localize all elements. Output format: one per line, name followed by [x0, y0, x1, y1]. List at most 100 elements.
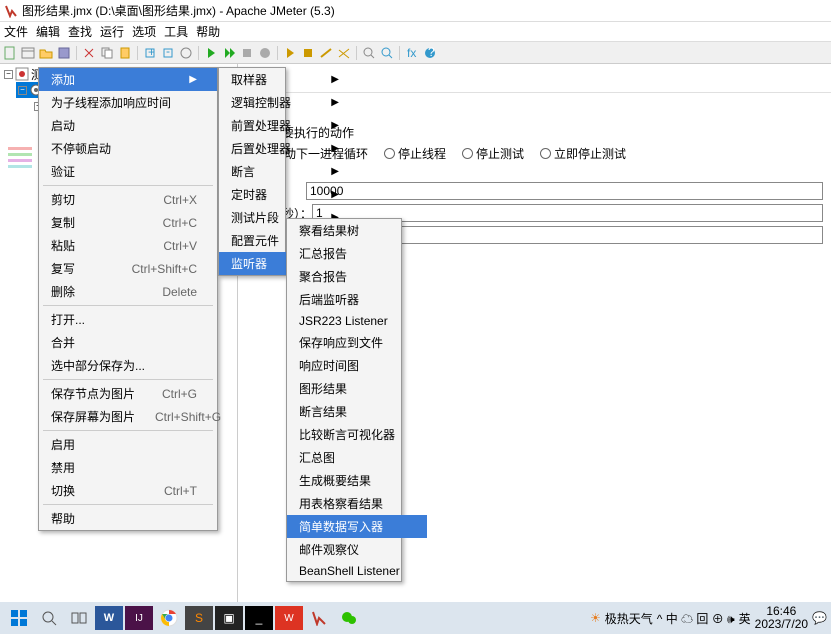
listener-item[interactable]: 汇总报告	[287, 242, 427, 265]
ctx-save-screen-image[interactable]: 保存屏幕为图片Ctrl+Shift+G	[39, 405, 217, 428]
ctx-add[interactable]: 添加▶	[39, 68, 217, 91]
jmeter-taskbar-icon[interactable]	[305, 606, 333, 630]
listener-submenu[interactable]: 察看结果树汇总报告聚合报告后端监听器JSR223 Listener保存响应到文件…	[286, 218, 402, 582]
ctx-cut[interactable]: 剪切Ctrl+X	[39, 188, 217, 211]
menu-help[interactable]: 帮助	[196, 23, 220, 40]
clear-all-icon[interactable]	[336, 45, 352, 61]
ctx-save-node-image[interactable]: 保存节点为图片Ctrl+G	[39, 382, 217, 405]
copy-icon[interactable]	[99, 45, 115, 61]
menu-file[interactable]: 文件	[4, 23, 28, 40]
cut-icon[interactable]	[81, 45, 97, 61]
menu-tools[interactable]: 工具	[164, 23, 188, 40]
ctx-copy[interactable]: 复制Ctrl+C	[39, 211, 217, 234]
taskview-icon[interactable]	[65, 606, 93, 630]
shutdown-icon[interactable]	[257, 45, 273, 61]
ctx-help[interactable]: 帮助	[39, 507, 217, 530]
ctx-start-no-pause[interactable]: 不停顿启动	[39, 137, 217, 160]
ctx-merge[interactable]: 合并	[39, 331, 217, 354]
weather-icon[interactable]: ☀	[590, 611, 601, 625]
radio-stop-test[interactable]: 停止测试	[462, 145, 524, 162]
listener-item[interactable]: 图形结果	[287, 377, 427, 400]
ctx-validate[interactable]: 验证	[39, 160, 217, 183]
collapse-icon[interactable]: -	[160, 45, 176, 61]
sub-logic[interactable]: 逻辑控制器▶	[219, 91, 359, 114]
menu-search[interactable]: 查找	[68, 23, 92, 40]
ctx-delete[interactable]: 删除Delete	[39, 280, 217, 303]
function-icon[interactable]: fx	[404, 45, 420, 61]
ctx-open[interactable]: 打开...	[39, 308, 217, 331]
sub-assert[interactable]: 断言▶	[219, 160, 359, 183]
start-icon[interactable]	[203, 45, 219, 61]
toggle-icon[interactable]	[178, 45, 194, 61]
remote-stop-icon[interactable]	[300, 45, 316, 61]
listener-item[interactable]: 简单数据写入器	[287, 515, 427, 538]
radio-stop-now[interactable]: 立即停止测试	[540, 145, 626, 162]
listener-item[interactable]: 聚合报告	[287, 265, 427, 288]
ctx-save-selection[interactable]: 选中部分保存为...	[39, 354, 217, 377]
expand-icon[interactable]: +	[142, 45, 158, 61]
menu-options[interactable]: 选项	[132, 23, 156, 40]
ctx-enable[interactable]: 启用	[39, 433, 217, 456]
window-title: 图形结果.jmx (D:\桌面\图形结果.jmx) - Apache JMete…	[22, 2, 827, 19]
listener-item[interactable]: 生成概要结果	[287, 469, 427, 492]
listener-item[interactable]: 比较断言可视化器	[287, 423, 427, 446]
tray-icons[interactable]: ^ 中 ☁ 回 ⊕ 🕪	[657, 610, 735, 627]
ctx-toggle[interactable]: 切换Ctrl+T	[39, 479, 217, 502]
notifications-icon[interactable]: 💬	[812, 611, 827, 625]
help-icon[interactable]: ?	[422, 45, 438, 61]
search-taskbar-icon[interactable]	[35, 606, 63, 630]
ctx-add-think-time[interactable]: 为子线程添加响应时间	[39, 91, 217, 114]
reset-search-icon[interactable]	[379, 45, 395, 61]
remote-start-icon[interactable]	[282, 45, 298, 61]
ctx-start[interactable]: 启动	[39, 114, 217, 137]
listener-item[interactable]: 保存响应到文件	[287, 331, 427, 354]
wps-icon[interactable]: W	[275, 606, 303, 630]
weather-text[interactable]: 极热天气	[605, 610, 653, 627]
ctx-duplicate[interactable]: 复写Ctrl+Shift+C	[39, 257, 217, 280]
templates-icon[interactable]	[20, 45, 36, 61]
menu-edit[interactable]: 编辑	[36, 23, 60, 40]
tree-collapse-icon[interactable]: −	[4, 70, 13, 79]
system-tray[interactable]: ☀ 极热天气 ^ 中 ☁ 回 ⊕ 🕪 英 16:462023/7/20 💬	[590, 605, 827, 631]
save-icon[interactable]	[56, 45, 72, 61]
add-submenu[interactable]: 取样器▶ 逻辑控制器▶ 前置处理器▶ 后置处理器▶ 断言▶ 定时器▶ 测试片段▶…	[218, 67, 286, 276]
sub-pre[interactable]: 前置处理器▶	[219, 114, 359, 137]
context-menu[interactable]: 添加▶ 为子线程添加响应时间 启动 不停顿启动 验证 剪切Ctrl+X 复制Ct…	[38, 67, 218, 531]
word-icon[interactable]: W	[95, 606, 123, 630]
listener-item[interactable]: JSR223 Listener	[287, 311, 427, 331]
terminal2-icon[interactable]: _	[245, 606, 273, 630]
sub-timer[interactable]: 定时器▶	[219, 183, 359, 206]
chrome-icon[interactable]	[155, 606, 183, 630]
start-notimer-icon[interactable]	[221, 45, 237, 61]
clear-icon[interactable]	[318, 45, 334, 61]
wechat-icon[interactable]	[335, 606, 363, 630]
tree-collapse-icon[interactable]: −	[18, 86, 27, 95]
menu-run[interactable]: 运行	[100, 23, 124, 40]
sub-sampler[interactable]: 取样器▶	[219, 68, 359, 91]
listener-item[interactable]: 断言结果	[287, 400, 427, 423]
listener-item[interactable]: 汇总图	[287, 446, 427, 469]
listener-item[interactable]: 察看结果树	[287, 219, 427, 242]
listener-item[interactable]: BeanShell Listener	[287, 561, 427, 581]
start-button[interactable]	[5, 606, 33, 630]
ctx-paste[interactable]: 粘贴Ctrl+V	[39, 234, 217, 257]
radio-stop-thread[interactable]: 停止线程	[384, 145, 446, 162]
ime-indicator[interactable]: 英	[739, 610, 751, 627]
intellij-icon[interactable]: IJ	[125, 606, 153, 630]
listener-item[interactable]: 后端监听器	[287, 288, 427, 311]
listener-item[interactable]: 用表格察看结果	[287, 492, 427, 515]
paste-icon[interactable]	[117, 45, 133, 61]
windows-taskbar[interactable]: W IJ S ▣ _ W ☀ 极热天气 ^ 中 ☁ 回 ⊕ 🕪 英 16:462…	[0, 602, 831, 634]
clock[interactable]: 16:462023/7/20	[755, 605, 808, 631]
stop-icon[interactable]	[239, 45, 255, 61]
ctx-disable[interactable]: 禁用	[39, 456, 217, 479]
listener-item[interactable]: 响应时间图	[287, 354, 427, 377]
sublime-icon[interactable]: S	[185, 606, 213, 630]
search-icon[interactable]	[361, 45, 377, 61]
new-icon[interactable]	[2, 45, 18, 61]
sub-post[interactable]: 后置处理器▶	[219, 137, 359, 160]
listener-item[interactable]: 邮件观察仪	[287, 538, 427, 561]
open-icon[interactable]	[38, 45, 54, 61]
terminal-icon[interactable]: ▣	[215, 606, 243, 630]
threads-input[interactable]	[306, 182, 823, 200]
